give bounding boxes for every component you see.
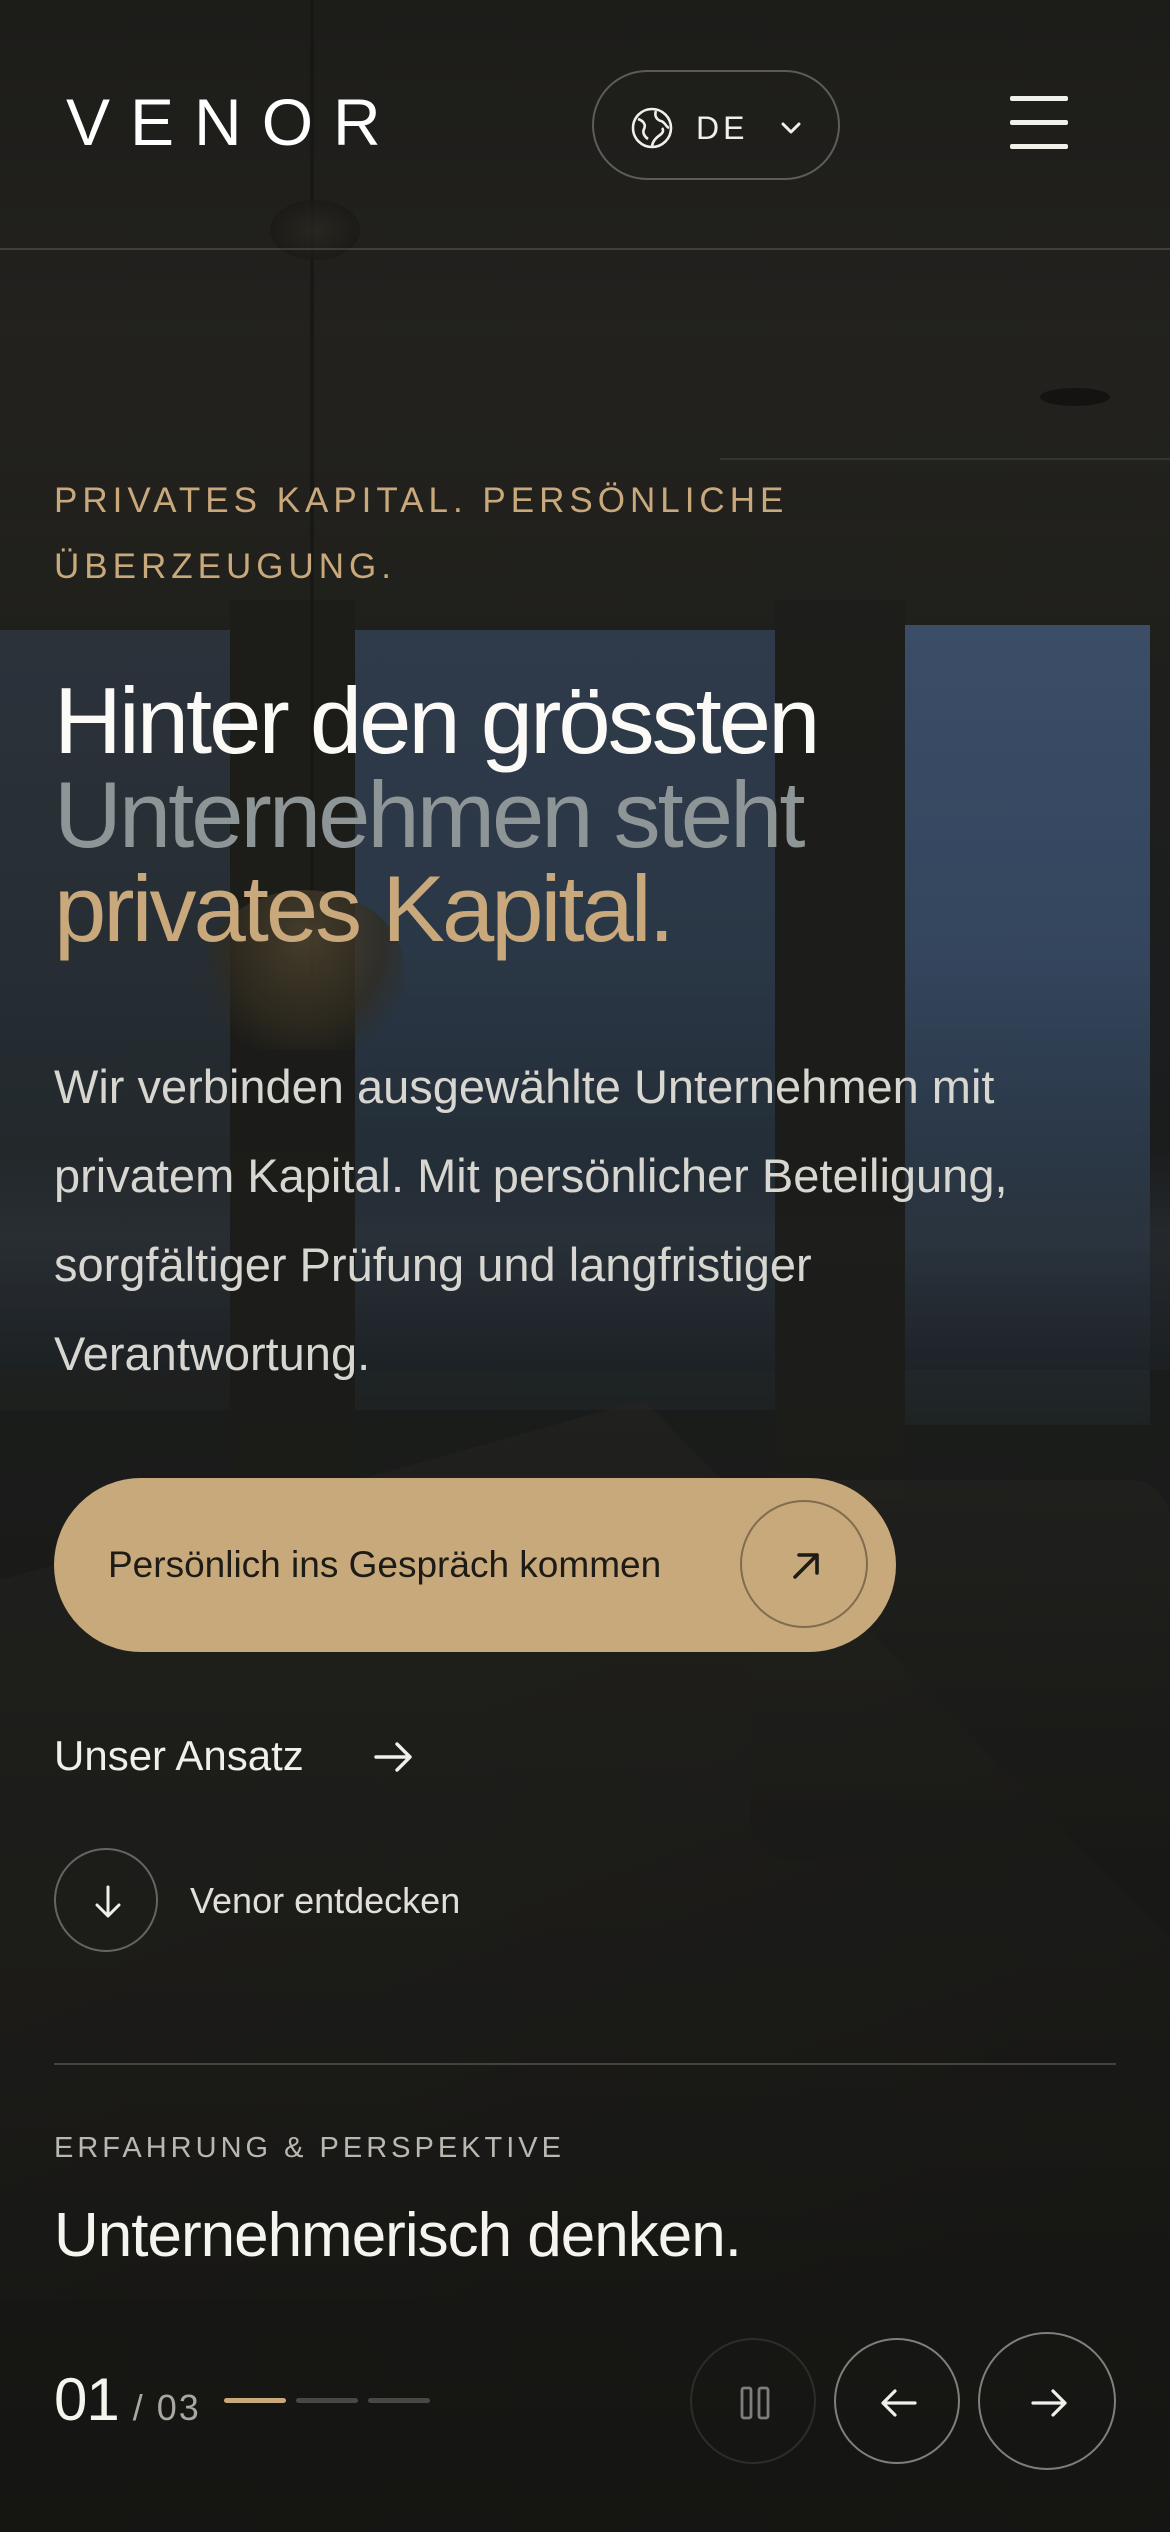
headline-line-2: Unternehmen steht <box>54 762 805 867</box>
logo[interactable]: VENOR <box>66 82 401 162</box>
section-divider <box>54 2063 1116 2065</box>
previous-slide-button[interactable] <box>834 2338 960 2464</box>
slide-progress-segment[interactable] <box>296 2398 358 2403</box>
site-header: VENOR DE <box>0 0 1170 250</box>
hero-eyebrow: PRIVATES KAPITAL. PERSÖNLICHE ÜBERZEUGUN… <box>54 481 789 586</box>
menu-icon[interactable] <box>1010 96 1072 150</box>
pause-button[interactable] <box>690 2338 816 2464</box>
headline-line-3: privates Kapital. <box>54 856 675 961</box>
cta-arrow-circle <box>740 1500 868 1628</box>
arrow-right-icon <box>374 1742 412 1772</box>
arrow-left-icon <box>881 2389 917 2417</box>
contact-cta-button[interactable]: Persönlich ins Gespräch kommen <box>54 1478 896 1652</box>
slide-counter: 01 / 03 <box>54 2362 201 2438</box>
slide-progress-segment[interactable] <box>368 2398 430 2403</box>
contact-cta-label: Persönlich ins Gespräch kommen <box>108 1544 662 1585</box>
arrow-right-icon <box>1031 2389 1067 2417</box>
headline-line-1: Hinter den grössten <box>54 668 820 773</box>
section-title: Unternehmerisch denken. <box>54 2201 742 2270</box>
approach-label: Unser Ansatz <box>54 1732 304 1779</box>
discover-label: Venor entdecken <box>190 1880 461 1921</box>
approach-link[interactable]: Unser Ansatz <box>54 1726 412 1786</box>
section-label: ERFAHRUNG & PERSPEKTIVE <box>54 2132 565 2164</box>
pause-icon <box>740 2386 770 2420</box>
discover-link[interactable]: Venor entdecken <box>54 1848 654 1952</box>
slide-current: 01 <box>54 2366 120 2433</box>
next-slide-button[interactable] <box>978 2332 1116 2470</box>
hero-headline: Hinter den grössten Unternehmen steht pr… <box>54 674 1134 956</box>
slide-total: / 03 <box>132 2387 201 2428</box>
language-code: DE <box>696 110 749 146</box>
language-switcher[interactable]: DE <box>592 70 840 180</box>
chevron-down-icon <box>781 122 801 134</box>
scroll-down-button[interactable] <box>54 1848 158 1952</box>
hero-lead: Wir verbinden ausgewählte Unternehmen mi… <box>54 1060 1008 1380</box>
arrow-up-right-icon <box>793 1553 819 1579</box>
slide-progress-segment[interactable] <box>224 2398 286 2403</box>
globe-icon <box>631 107 673 149</box>
arrow-down-icon <box>95 1885 121 1918</box>
